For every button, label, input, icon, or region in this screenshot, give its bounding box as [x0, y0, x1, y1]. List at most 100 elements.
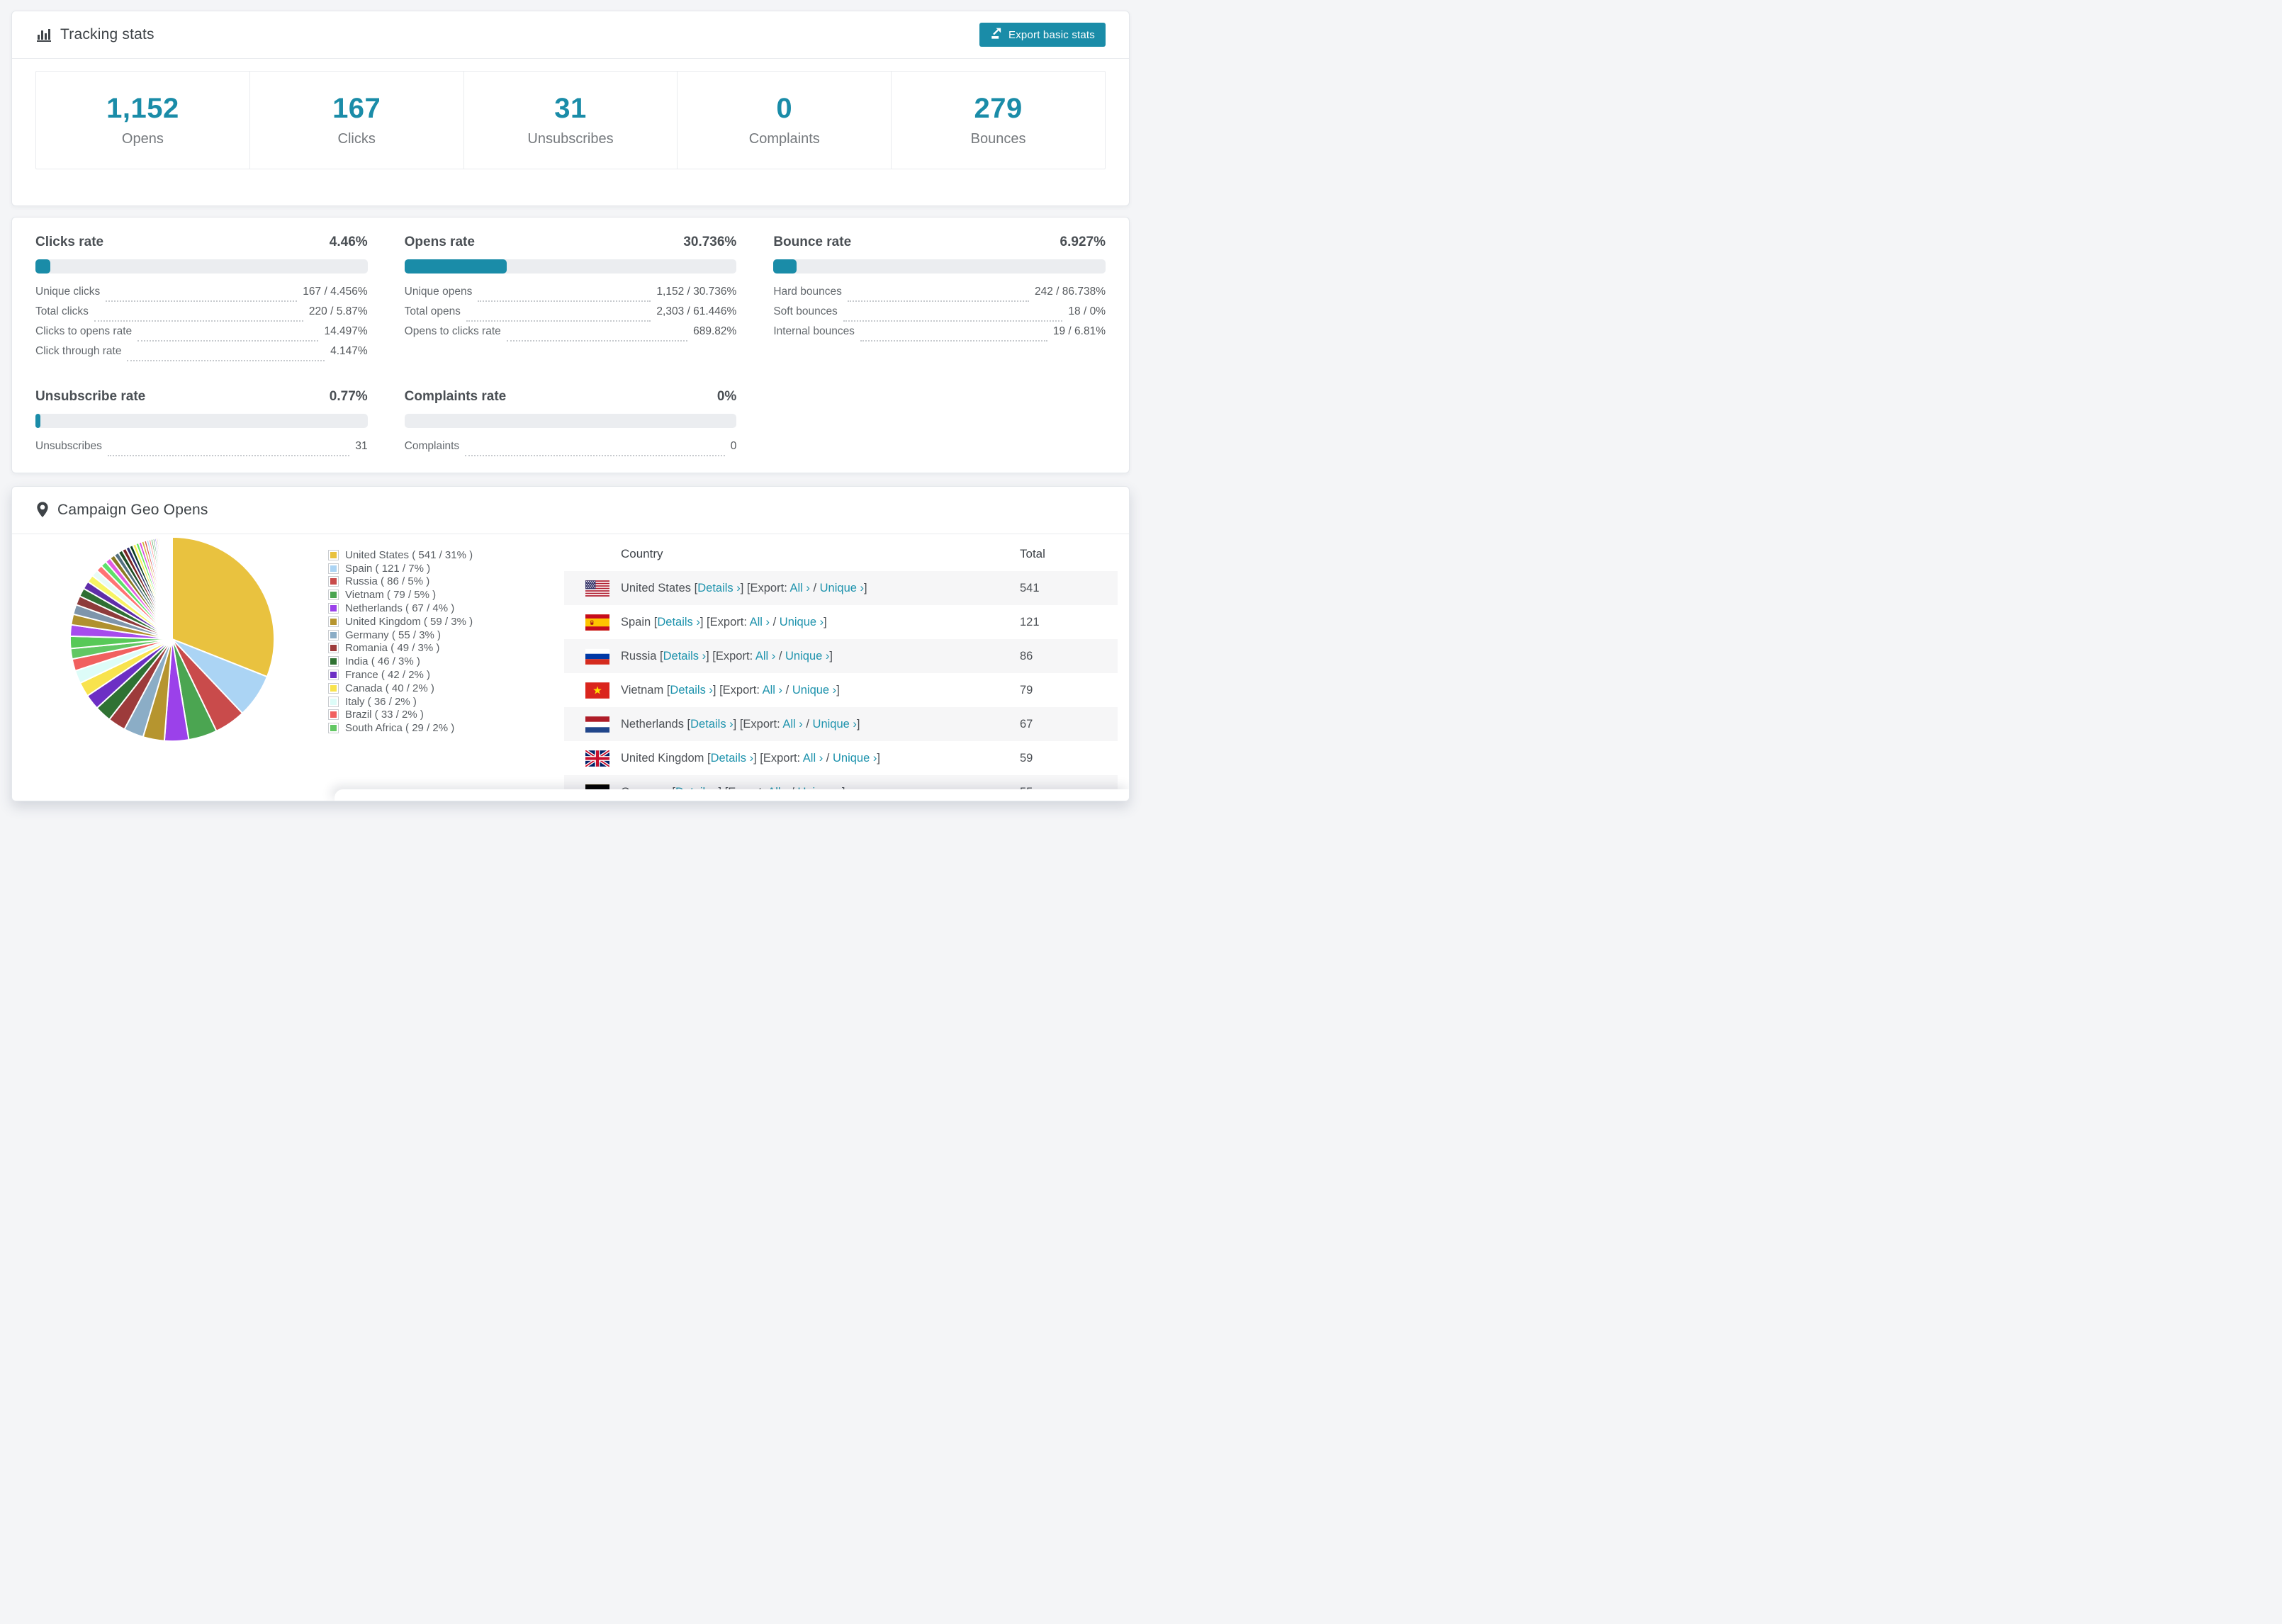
dotted-leader	[127, 360, 325, 361]
rate-title: Bounce rate	[773, 235, 852, 249]
rate-title: Complaints rate	[404, 389, 507, 404]
table-header-row: Country Total	[564, 537, 1118, 571]
stat-label: Opens	[121, 131, 164, 147]
rate-title: Opens rate	[404, 235, 475, 249]
bar-chart-icon	[35, 26, 52, 43]
closing-bracket: ]	[864, 581, 867, 594]
rate-detail-row: Complaints 0	[405, 440, 736, 460]
details-link[interactable]: Details ›	[711, 752, 754, 765]
export-icon	[990, 27, 1003, 43]
country-cell: United Kingdom [Details ›] [Export: All …	[621, 752, 1020, 765]
stat-value: 1,152	[106, 93, 179, 124]
rate-detail-label: Opens to clicks rate	[404, 325, 501, 337]
rate-value: 30.736%	[683, 235, 737, 249]
stat-bounces: 279 Bounces	[892, 72, 1105, 169]
export-all-link[interactable]: All ›	[782, 718, 802, 731]
rate-detail-label: Unsubscribes	[35, 440, 102, 452]
rate-detail-row: Opens to clicks rate 689.82%	[404, 325, 737, 345]
link-separator: /	[770, 615, 780, 628]
legend-item: Germany ( 55 / 3% )	[328, 628, 473, 642]
dotted-leader	[478, 300, 651, 302]
closing-bracket: ]	[836, 683, 840, 697]
rate-detail-row: Clicks to opens rate 14.497%	[35, 325, 368, 345]
rate-progress-fill	[35, 414, 40, 428]
export-unique-link[interactable]: Unique ›	[792, 684, 836, 697]
legend-item: Brazil ( 33 / 2% )	[328, 709, 473, 722]
details-link[interactable]: Details ›	[657, 616, 700, 628]
table-row-es: Spain [Details ›] [Export: All › / Uniqu…	[564, 605, 1118, 639]
export-unique-link[interactable]: Unique ›	[833, 752, 877, 765]
geo-content: United States ( 541 / 31% ) Spain ( 121 /…	[12, 534, 1129, 801]
column-header-total: Total	[1020, 547, 1045, 560]
stat-unsubscribes: 31 Unsubscribes	[464, 72, 678, 169]
rate-detail-value: 1,152 / 30.736%	[656, 286, 737, 298]
export-basic-stats-button[interactable]: Export basic stats	[979, 23, 1106, 47]
rate-detail-row: Internal bounces 19 / 6.81%	[773, 325, 1106, 345]
rate-title: Clicks rate	[35, 235, 104, 249]
export-unique-link[interactable]: Unique ›	[820, 582, 864, 594]
export-unique-link[interactable]: Unique ›	[813, 718, 857, 731]
rate-detail-value: 19 / 6.81%	[1052, 325, 1106, 337]
legend-label: Brazil ( 33 / 2% )	[345, 709, 424, 721]
legend-item: Russia ( 86 / 5% )	[328, 575, 473, 589]
legend-item: France ( 42 / 2% )	[328, 668, 473, 682]
export-unique-link[interactable]: Unique ›	[780, 616, 824, 628]
legend-item: South Africa ( 29 / 2% )	[328, 721, 473, 735]
pie-legend: United States ( 541 / 31% ) Spain ( 121 /…	[328, 548, 473, 735]
legend-label: Russia ( 86 / 5% )	[345, 575, 430, 588]
stat-opens: 1,152 Opens	[36, 72, 250, 169]
rate-title: Unsubscribe rate	[35, 389, 146, 404]
details-link[interactable]: Details ›	[663, 650, 707, 662]
details-link[interactable]: Details ›	[670, 684, 713, 697]
legend-item: Italy ( 36 / 2% )	[328, 695, 473, 709]
rate-value: 6.927%	[1060, 235, 1106, 249]
legend-swatch	[328, 629, 339, 641]
rate-progress-fill	[404, 259, 507, 274]
export-all-link[interactable]: All ›	[789, 582, 809, 594]
total-cell: 121	[1020, 615, 1040, 628]
link-separator: /	[775, 649, 786, 662]
table-row-nl: Netherlands [Details ›] [Export: All › /…	[564, 707, 1118, 741]
total-cell: 59	[1020, 751, 1033, 765]
rate-detail-label: Total clicks	[35, 305, 89, 317]
rate-detail-label: Clicks to opens rate	[35, 325, 133, 337]
legend-label: Canada ( 40 / 2% )	[345, 682, 434, 694]
rate-value: 0.77%	[329, 389, 368, 404]
rate-detail-label: Unique opens	[404, 286, 473, 298]
rate-detail-row: Unsubscribes 31	[35, 440, 368, 460]
export-all-link[interactable]: All ›	[763, 684, 782, 697]
stat-label: Clicks	[337, 131, 376, 147]
export-label: ] [Export:	[706, 649, 755, 662]
legend-swatch	[328, 682, 339, 694]
rate-block-unsubscribe-rate: Unsubscribe rate 0.77% Unsubscribes 31	[35, 389, 368, 460]
legend-swatch	[328, 576, 339, 587]
export-unique-link[interactable]: Unique ›	[785, 650, 829, 662]
rate-detail-value: 167 / 4.456%	[303, 286, 368, 298]
details-link[interactable]: Details ›	[690, 718, 734, 731]
legend-item: Netherlands ( 67 / 4% )	[328, 602, 473, 615]
closing-bracket: ]	[829, 649, 833, 662]
legend-swatch	[328, 656, 339, 667]
country-name: United States [	[621, 581, 698, 594]
total-cell: 541	[1020, 581, 1040, 594]
ru-flag-icon	[585, 648, 609, 665]
stat-complaints: 0 Complaints	[678, 72, 892, 169]
dotted-leader	[847, 300, 1029, 302]
rate-detail-value: 689.82%	[693, 325, 737, 337]
export-all-link[interactable]: All ›	[750, 616, 770, 628]
country-cell: United States [Details ›] [Export: All ›…	[621, 582, 1020, 595]
legend-item: India ( 46 / 3% )	[328, 655, 473, 668]
country-cell: Netherlands [Details ›] [Export: All › /…	[621, 718, 1020, 731]
details-link[interactable]: Details ›	[697, 582, 741, 594]
closing-bracket: ]	[856, 717, 860, 731]
country-cell: Russia [Details ›] [Export: All › / Uniq…	[621, 650, 1020, 663]
export-all-link[interactable]: All ›	[803, 752, 823, 765]
legend-swatch	[328, 670, 339, 681]
legend-swatch	[328, 549, 339, 560]
link-separator: /	[802, 717, 813, 731]
table-row-vn: Vietnam [Details ›] [Export: All › / Uni…	[564, 673, 1118, 707]
export-all-link[interactable]: All ›	[755, 650, 775, 662]
closing-bracket: ]	[824, 615, 827, 628]
dotted-leader	[137, 340, 319, 342]
closing-bracket: ]	[877, 751, 880, 765]
